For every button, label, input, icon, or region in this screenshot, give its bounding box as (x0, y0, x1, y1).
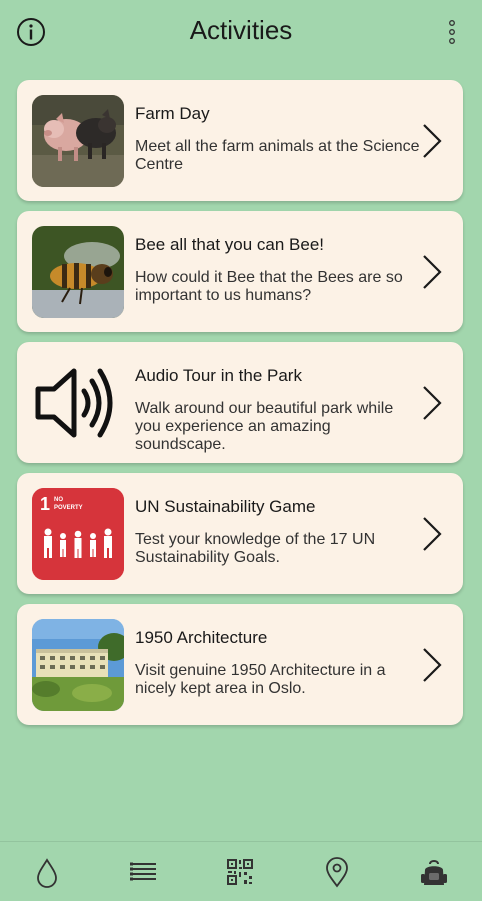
drop-icon[interactable] (32, 856, 62, 888)
activity-title: Bee all that you can Bee! (135, 235, 325, 254)
activity-title: 1950 Architecture (135, 628, 268, 647)
pigs-photo (32, 95, 124, 187)
activity-description: Meet all the farm animals at the Science… (135, 138, 420, 173)
bee-photo (32, 226, 124, 318)
sdg-label-line1: NO (54, 497, 63, 503)
activity-description: How could it Bee that the Bees are so im… (135, 269, 403, 304)
chevron-right-icon[interactable] (421, 385, 443, 421)
header: Activities (0, 0, 482, 64)
sdg-no-poverty-logo: 1 NO POVERTY (32, 488, 124, 580)
activity-description: Test your knowledge of the 17 UN Sustain… (135, 531, 376, 566)
bottom-navigation (0, 841, 482, 901)
activity-card-un-game[interactable]: 1 NO POVERTY UN Sustainability Game Test… (17, 473, 463, 594)
activity-title: Audio Tour in the Park (135, 366, 302, 385)
page-title: Activities (189, 15, 293, 45)
activity-card-audio-tour[interactable]: Audio Tour in the Park Walk around our b… (17, 342, 463, 463)
activity-description: Visit genuine 1950 Architecture in a nic… (135, 662, 386, 697)
sdg-number: 1 (40, 494, 50, 514)
backpack-icon[interactable] (419, 856, 449, 888)
chevron-right-icon[interactable] (421, 254, 443, 290)
sdg-label-line2: POVERTY (54, 505, 83, 511)
chevron-right-icon[interactable] (421, 516, 443, 552)
activity-card-farm-day[interactable]: Farm Day Meet all the farm animals at th… (17, 80, 463, 201)
qr-code-icon[interactable] (225, 856, 255, 888)
list-icon[interactable] (128, 856, 158, 888)
location-pin-icon[interactable] (322, 856, 352, 888)
more-vertical-icon[interactable] (442, 17, 462, 47)
activity-card-bee[interactable]: Bee all that you can Bee! How could it B… (17, 211, 463, 332)
building-photo (32, 619, 124, 711)
chevron-right-icon[interactable] (421, 647, 443, 683)
activity-title: UN Sustainability Game (135, 497, 316, 516)
speaker-icon (32, 357, 124, 449)
activity-description: Walk around our beautiful park while you… (135, 400, 394, 453)
chevron-right-icon[interactable] (421, 123, 443, 159)
activity-title: Farm Day (135, 104, 210, 123)
activity-card-architecture[interactable]: 1950 Architecture Visit genuine 1950 Arc… (17, 604, 463, 725)
activity-list: Farm Day Meet all the farm animals at th… (17, 80, 463, 735)
